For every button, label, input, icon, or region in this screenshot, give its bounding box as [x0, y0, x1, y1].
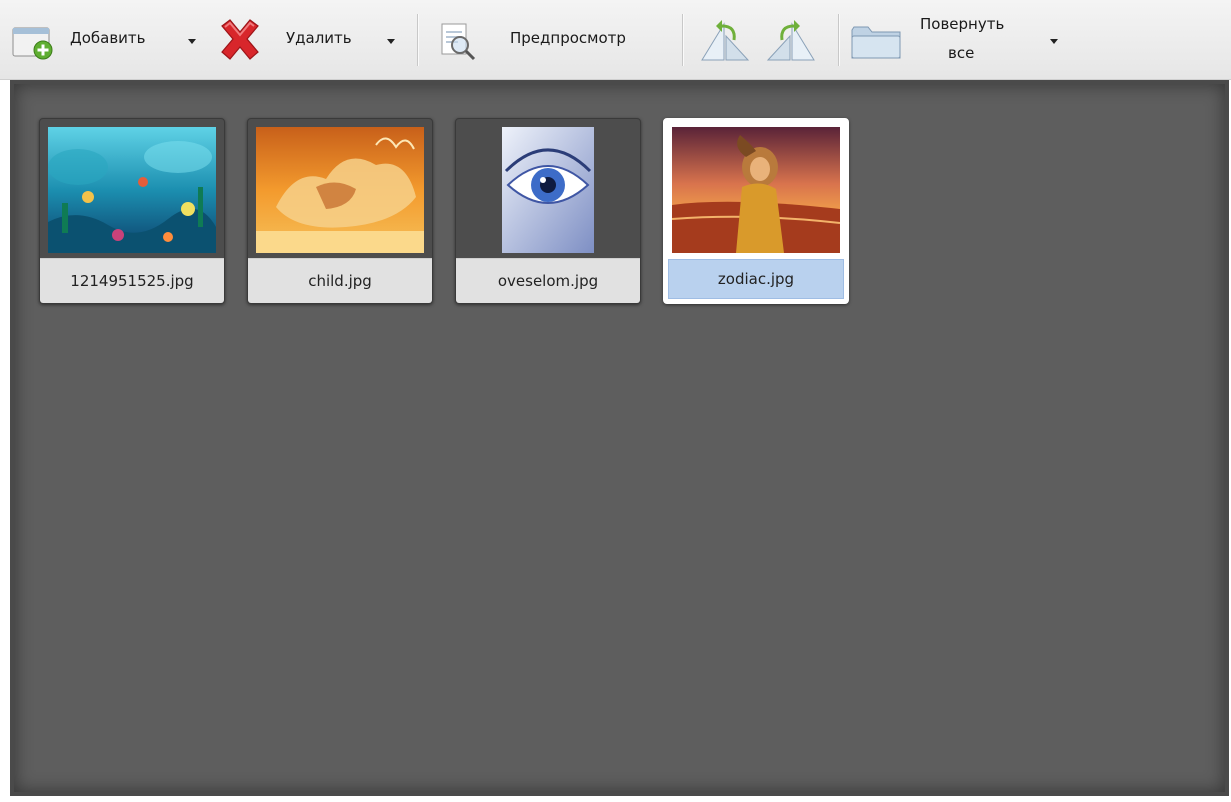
orange-sand-sculpture-image — [256, 127, 424, 253]
thumbnail-item[interactable]: 1214951525.jpg — [39, 118, 225, 304]
thumbnail-item-selected[interactable]: zodiac.jpg — [663, 118, 849, 304]
rotate-left-icon — [701, 20, 750, 61]
rotate-left-button[interactable] — [696, 14, 754, 66]
underwater-scene-image — [48, 127, 216, 253]
delete-dropdown-caret-icon[interactable] — [387, 39, 395, 44]
rotate-all-label-line2: все — [948, 44, 975, 62]
thumbnail-filename: zodiac.jpg — [668, 259, 844, 299]
thumbnail-item[interactable]: child.jpg — [247, 118, 433, 304]
image-manager-window: Добавить Удалить Предпросмотр Повернуть … — [0, 0, 1231, 802]
rotate-all-label-line1: Повернуть — [920, 15, 1005, 33]
toolbar-separator — [682, 14, 684, 66]
delete-button[interactable]: Удалить — [212, 14, 404, 66]
rotate-right-icon — [766, 20, 815, 61]
preview-button[interactable]: Предпросмотр — [432, 14, 670, 66]
blue-eye-image — [502, 127, 594, 253]
toolbar-separator — [417, 14, 419, 66]
image-gallery[interactable]: 1214951525.jpg child.jpg oveselom.jpg zo… — [10, 80, 1229, 796]
folder-icon — [851, 26, 901, 59]
rotate-all-dropdown-caret-icon[interactable] — [1050, 39, 1058, 44]
thumbnail-item[interactable]: oveselom.jpg — [455, 118, 641, 304]
toolbar: Добавить Удалить Предпросмотр Повернуть … — [0, 0, 1231, 80]
preview-magnifier-icon — [441, 23, 476, 61]
red-x-icon — [221, 19, 259, 60]
thumbnail-filename: 1214951525.jpg — [40, 258, 224, 303]
thumbnail-filename: oveselom.jpg — [456, 258, 640, 303]
add-dropdown-caret-icon[interactable] — [188, 39, 196, 44]
preview-button-label: Предпросмотр — [510, 29, 626, 47]
toolbar-separator — [838, 14, 840, 66]
thumbnail-filename: child.jpg — [248, 258, 432, 303]
add-image-icon — [12, 27, 53, 60]
zodiac-woman-sunset-image — [672, 127, 840, 253]
rotate-all-button[interactable]: Повернуть все — [850, 14, 1066, 66]
add-button[interactable]: Добавить — [8, 14, 208, 66]
add-button-label: Добавить — [70, 29, 146, 47]
rotate-right-button[interactable] — [762, 14, 820, 66]
delete-button-label: Удалить — [286, 29, 352, 47]
